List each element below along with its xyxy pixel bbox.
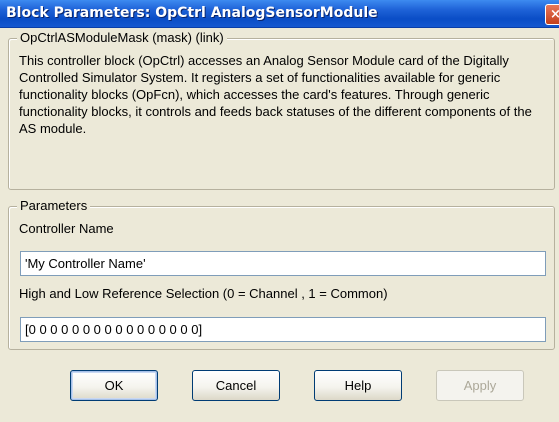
controller-name-label: Controller Name xyxy=(19,221,114,236)
window-title: Block Parameters: OpCtrl AnalogSensorMod… xyxy=(6,5,378,21)
cancel-button[interactable]: Cancel xyxy=(192,370,280,401)
reference-selection-label: High and Low Reference Selection (0 = Ch… xyxy=(19,286,388,301)
controller-name-input[interactable] xyxy=(20,251,546,276)
mask-group-legend: OpCtrlASModuleMask (mask) (link) xyxy=(17,30,227,45)
close-icon: × xyxy=(550,7,559,22)
help-button[interactable]: Help xyxy=(314,370,402,401)
mask-description: This controller block (OpCtrl) accesses … xyxy=(19,53,532,136)
apply-button[interactable]: Apply xyxy=(436,370,524,401)
title-bar[interactable]: Block Parameters: OpCtrl AnalogSensorMod… xyxy=(0,0,559,28)
parameters-group: Parameters Controller Name High and Low … xyxy=(8,198,555,350)
parameters-group-legend: Parameters xyxy=(17,198,91,213)
close-button[interactable]: × xyxy=(545,4,559,25)
mask-description-group: OpCtrlASModuleMask (mask) (link) This co… xyxy=(8,30,555,190)
reference-selection-input[interactable] xyxy=(20,317,546,342)
ok-button[interactable]: OK xyxy=(70,370,158,401)
